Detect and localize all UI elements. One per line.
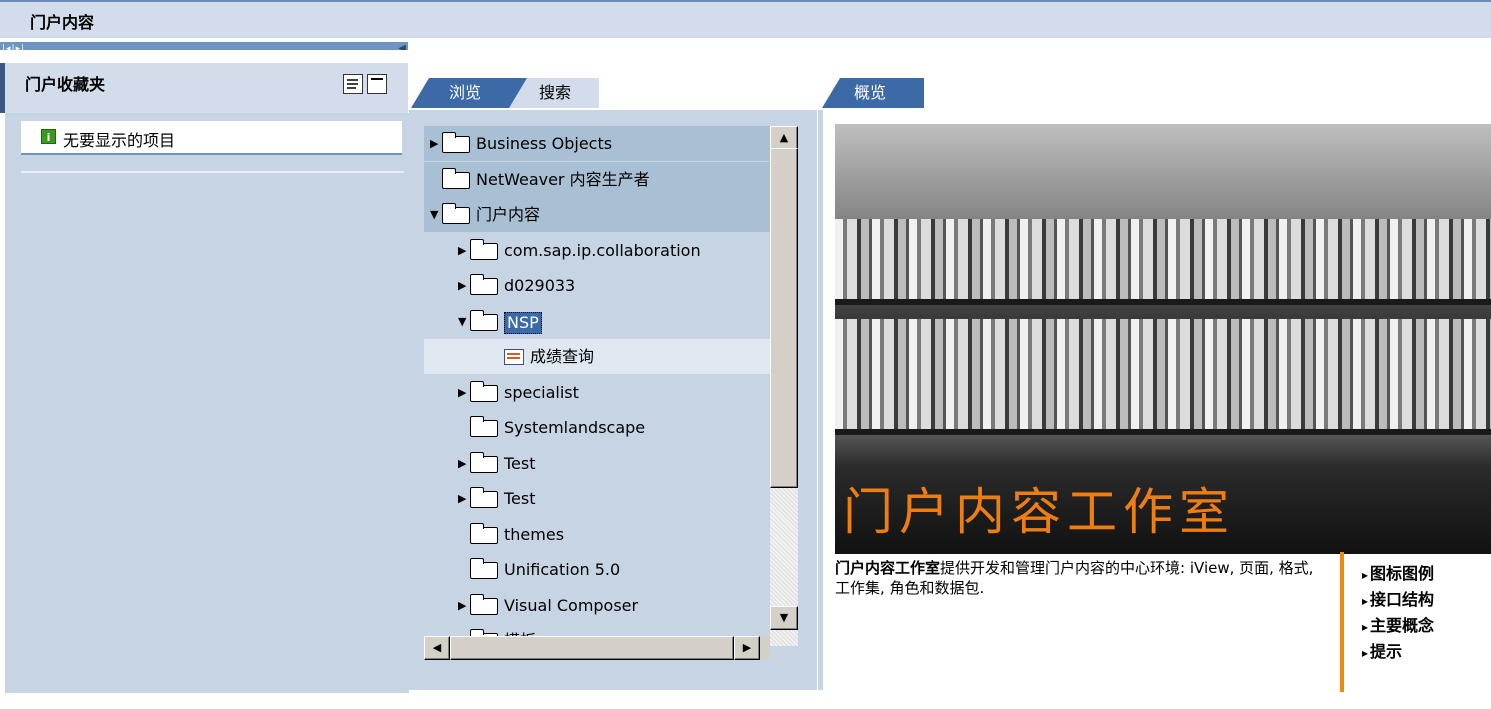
folder-icon [469,416,498,437]
expand-arrow-icon[interactable]: ▶ [430,126,440,161]
tree-node-label: 模板 [504,623,536,636]
tree-node-label: NetWeaver 内容生产者 [476,169,650,189]
menu-icon[interactable] [343,74,363,94]
shelf [835,429,1491,435]
tree-node[interactable]: ▼ NSP [424,304,770,339]
divider [21,171,404,173]
tree-node[interactable]: 成绩查询 [424,339,770,374]
folder-icon [469,558,498,579]
tree-node-label: com.sap.ip.collaboration [504,240,701,260]
expand-arrow-icon[interactable]: ▶ [458,481,468,516]
content-tree[interactable]: ▶ Business Objects NetWeaver 内容生产者 ▼ 门户内容 ▶ co… [424,126,770,636]
favorites-empty-item: i 无要显示的项目 [21,121,402,155]
scroll-left-icon[interactable]: ◀ [424,636,450,660]
folder-icon [469,309,498,331]
tree-node[interactable]: themes [424,517,770,552]
link-tips[interactable]: 提示 [1362,638,1402,662]
favorites-header: 门户收藏夹 [0,63,408,113]
desc-bold: 门户内容工作室 [835,559,941,577]
tree-node-label: 成绩查询 [530,347,595,366]
tree-node-label: Business Objects [476,134,613,153]
tree-node[interactable]: ▼ 门户内容 [424,197,770,232]
favorites-body: i 无要显示的项目 [5,113,412,693]
folder-icon [469,274,498,295]
tab-overview-label: 概览 [854,83,887,102]
tree-node-label: Test [504,489,536,508]
browse-pane: 浏览 搜索 ▶ Business Objects NetWeaver 内容生产者 ▼ 门… [409,50,817,709]
folder-icon [469,380,498,402]
folder-icon [469,238,498,260]
tree-node-label: d029033 [504,276,576,295]
scroll-up-icon[interactable]: ▲ [770,126,798,150]
tree-node-label: specialist [504,382,579,402]
tree-node[interactable]: Unification 5.0 [424,552,770,587]
favorites-title: 门户收藏夹 [25,75,106,94]
tree-node[interactable]: NetWeaver 内容生产者 [424,161,770,197]
shelf [835,299,1491,305]
folder-icon [469,451,498,473]
tree-node-label: Unification 5.0 [504,560,621,579]
page-title: 门户内容 [30,13,95,32]
folder-icon [469,593,498,615]
folder-icon [469,522,498,544]
tree-node[interactable]: ▶ specialist [424,375,770,410]
collapse-arrow-icon[interactable]: ▼ [430,197,440,232]
tree-node-label: themes [504,524,565,544]
overview-pane: 概览 门户内容工作室 门户内容工作室提供开发和管理门户内容的中心环境: iVie… [818,50,1491,709]
expand-arrow-icon[interactable]: ▶ [458,588,468,623]
scroll-right-icon[interactable]: ▶ [734,636,760,660]
vertical-scrollbar[interactable]: ▲ ▼ [770,126,798,646]
tree-panel: ▶ Business Objects NetWeaver 内容生产者 ▼ 门户内容 ▶ co… [409,110,817,690]
link-main-concepts[interactable]: 主要概念 [1362,612,1434,636]
folder-icon [441,203,470,224]
tree-node[interactable]: ▶ 模板 [424,623,770,636]
hero-caption: 门户内容工作室 [843,483,1235,541]
tree-node-label: Test [504,453,536,473]
folder-icon [469,487,498,508]
expand-arrow-icon[interactable]: ▶ [458,623,468,636]
bookshelf-row [835,319,1491,429]
tree-node-label: Visual Composer [504,595,639,615]
horizontal-scrollbar[interactable]: ◀ ▶ [424,636,770,660]
link-interface-structure[interactable]: 接口结构 [1362,586,1434,610]
link-icon-legend[interactable]: 图标图例 [1362,560,1434,584]
scroll-down-icon[interactable]: ▼ [770,606,798,630]
tree-node-label: NSP [504,311,542,334]
folder-icon [441,132,470,153]
tree-node[interactable]: ▶ Business Objects [424,126,770,161]
tab-browse-label: 浏览 [449,83,482,102]
portal-header: 门户内容 [0,0,1491,38]
expand-arrow-icon[interactable]: ▶ [458,268,468,303]
tab-search[interactable]: 搜索 [509,78,599,108]
tab-overview[interactable]: 概览 [822,78,924,108]
tab-search-label: 搜索 [539,83,572,102]
tree-node[interactable]: ▶ Visual Composer [424,588,770,623]
collapse-arrow-icon[interactable]: ▼ [458,304,468,339]
tree-node-label: Systemlandscape [504,418,646,437]
tree-node[interactable]: ▶ Test [424,446,770,481]
page-icon [504,349,524,365]
tree-node[interactable]: ▶ com.sap.ip.collaboration [424,233,770,268]
overview-description: 门户内容工作室提供开发和管理门户内容的中心环境: iView, 页面, 格式, … [835,558,1325,598]
folder-icon [441,167,470,189]
hero-image: 门户内容工作室 [835,124,1491,554]
tree-node[interactable]: ▶ Test [424,481,770,516]
expand-arrow-icon[interactable]: ▶ [458,233,468,268]
overview-panel: 门户内容工作室 门户内容工作室提供开发和管理门户内容的中心环境: iView, … [818,110,1491,692]
bookshelf-row [835,219,1491,299]
empty-message: 无要显示的项目 [63,131,176,150]
expand-arrow-icon[interactable]: ▶ [458,446,468,481]
tree-node[interactable]: Systemlandscape [424,410,770,445]
tree-node[interactable]: ▶ d029033 [424,268,770,303]
info-icon: i [41,129,56,144]
scroll-thumb[interactable] [770,148,798,488]
h-scroll-thumb[interactable] [450,636,734,660]
overview-links: 图标图例 接口结构 主要概念 提示 [1340,552,1491,692]
favorites-pane: 门户收藏夹 i 无要显示的项目 [0,50,412,709]
minimize-icon[interactable] [367,74,387,94]
expand-arrow-icon[interactable]: ▶ [458,375,468,410]
tree-node-label: 门户内容 [476,205,541,224]
